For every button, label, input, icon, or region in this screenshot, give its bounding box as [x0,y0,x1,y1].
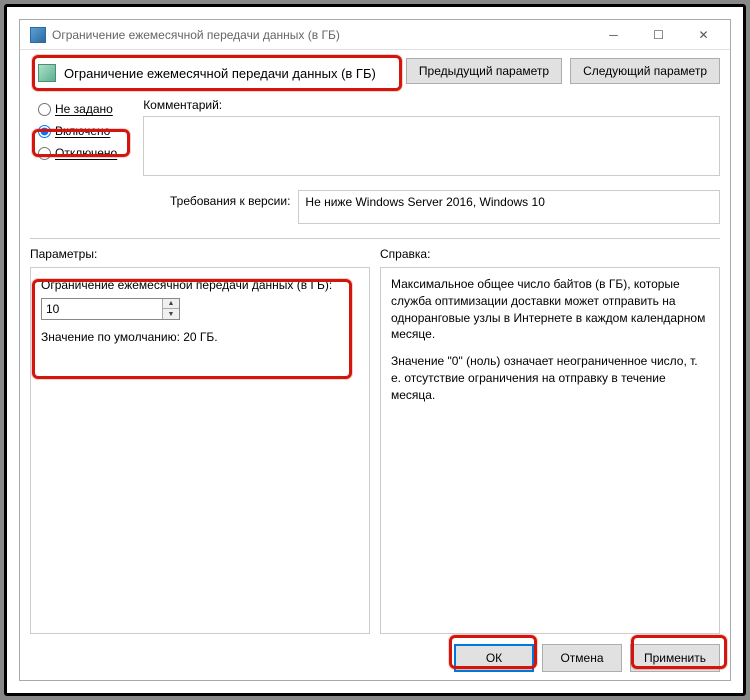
minimize-button[interactable]: ─ [591,21,636,49]
version-label: Требования к версии: [170,190,290,208]
radio-enabled[interactable]: Включено [34,122,121,140]
separator [30,238,720,239]
radio-disabled-label: Отключено [55,146,117,160]
titlebar: Ограничение ежемесячной передачи данных … [20,20,730,50]
help-header: Справка: [380,247,720,261]
radio-enabled-input[interactable] [38,125,51,138]
spinner-up-button[interactable]: ▲ [163,299,179,309]
params-box: Ограничение ежемесячной передачи данных … [30,267,370,634]
previous-setting-button[interactable]: Предыдущий параметр [406,58,562,84]
radio-not-configured-input[interactable] [38,103,51,116]
version-requirements: Не ниже Windows Server 2016, Windows 10 [298,190,720,224]
radio-disabled[interactable]: Отключено [34,144,121,162]
policy-icon [38,64,56,82]
ok-button[interactable]: ОК [454,644,534,672]
radio-not-configured-label: Не задано [55,102,113,116]
radio-not-configured[interactable]: Не задано [34,100,121,118]
param-label: Ограничение ежемесячной передачи данных … [41,278,359,292]
content-area: Ограничение ежемесячной передачи данных … [20,50,730,680]
radio-disabled-input[interactable] [38,147,51,160]
window-title: Ограничение ежемесячной передачи данных … [52,28,591,42]
radio-enabled-label: Включено [55,124,110,138]
state-radio-group: Не задано Включено Отключено [30,98,125,176]
help-paragraph-2: Значение "0" (ноль) означает неограничен… [391,353,709,403]
version-text: Не ниже Windows Server 2016, Windows 10 [305,195,544,209]
policy-editor-window: Ограничение ежемесячной передачи данных … [19,19,731,681]
next-setting-button[interactable]: Следующий параметр [570,58,720,84]
monthly-limit-spinner[interactable]: ▲ ▼ [41,298,180,320]
app-icon [30,27,46,43]
help-box: Максимальное общее число байтов (в ГБ), … [380,267,720,634]
monthly-limit-input[interactable] [42,299,162,319]
cancel-button[interactable]: Отмена [542,644,622,672]
close-button[interactable]: ✕ [681,21,726,49]
comment-textarea[interactable] [143,116,720,176]
window-controls: ─ ☐ ✕ [591,21,726,49]
params-header: Параметры: [30,247,370,261]
maximize-button[interactable]: ☐ [636,21,681,49]
policy-title: Ограничение ежемесячной передачи данных … [64,66,376,81]
apply-button[interactable]: Применить [630,644,720,672]
help-paragraph-1: Максимальное общее число байтов (в ГБ), … [391,276,709,343]
comment-label: Комментарий: [143,98,720,112]
policy-title-block: Ограничение ежемесячной передачи данных … [30,58,384,88]
default-value-text: Значение по умолчанию: 20 ГБ. [41,330,359,344]
spinner-down-button[interactable]: ▼ [163,309,179,319]
